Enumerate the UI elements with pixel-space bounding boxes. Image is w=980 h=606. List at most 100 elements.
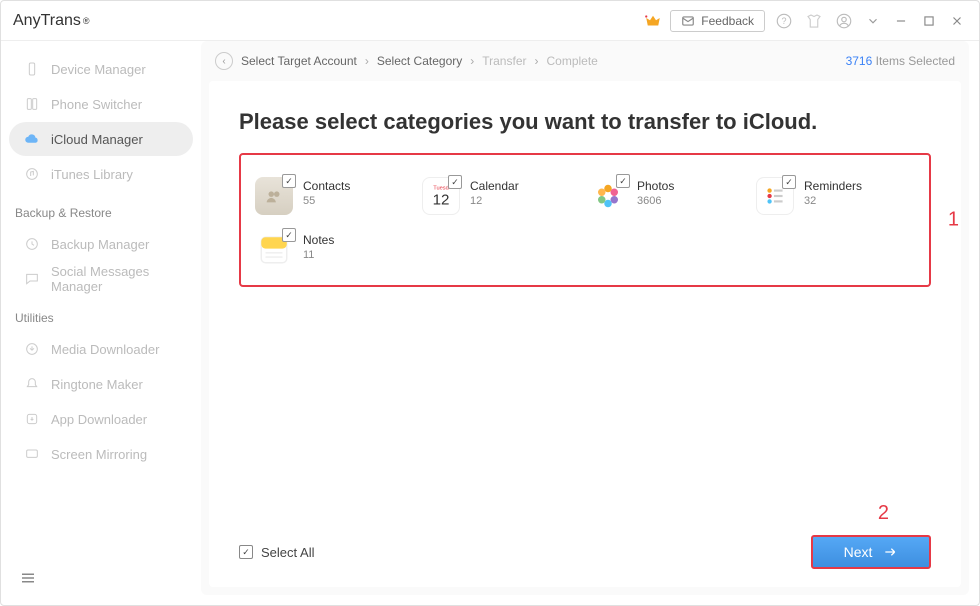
category-count: 32: [804, 195, 862, 207]
section-utilities: Utilities: [1, 297, 201, 331]
annotation-2: 2: [878, 502, 889, 525]
sidebar-item-label: App Downloader: [51, 412, 147, 427]
svg-text:12: 12: [433, 192, 450, 209]
annotation-1: 1: [948, 209, 959, 232]
close-icon[interactable]: [947, 11, 967, 31]
check-icon: ✓: [282, 174, 296, 188]
category-contacts[interactable]: ✓ Contacts 55: [251, 169, 418, 223]
sidebar-item-label: Phone Switcher: [51, 97, 142, 112]
sidebar-item-label: iCloud Manager: [51, 132, 143, 147]
sidebar-item-ringtone-maker[interactable]: Ringtone Maker: [9, 367, 193, 401]
breadcrumb-back-icon[interactable]: ‹: [215, 52, 233, 70]
select-all-label: Select All: [261, 545, 314, 560]
feedback-button[interactable]: Feedback: [670, 10, 765, 32]
crown-icon[interactable]: [644, 12, 662, 30]
registered-mark: ®: [83, 16, 90, 26]
sidebar-item-backup-manager[interactable]: Backup Manager: [9, 227, 193, 261]
breadcrumb: ‹ Select Target Account › Select Categor…: [215, 52, 598, 70]
screen-icon: [23, 445, 41, 463]
check-icon: ✓: [282, 228, 296, 242]
sidebar-item-screen-mirroring[interactable]: Screen Mirroring: [9, 437, 193, 471]
next-button[interactable]: Next: [811, 535, 931, 569]
category-label: Notes: [303, 233, 334, 249]
category-label: Photos: [637, 179, 674, 195]
sidebar-item-media-downloader[interactable]: Media Downloader: [9, 332, 193, 366]
brand: AnyTrans®: [13, 12, 90, 30]
hamburger-icon[interactable]: [17, 567, 39, 589]
check-icon: ✓: [782, 175, 796, 189]
breadcrumb-step-4: Complete: [546, 54, 597, 68]
download-icon: [23, 340, 41, 358]
calendar-icon: Tuesd12 ✓: [422, 177, 460, 215]
music-icon: [23, 165, 41, 183]
svg-text:Tuesd: Tuesd: [433, 185, 449, 191]
check-icon: ✓: [616, 174, 630, 188]
chevron-right-icon: ›: [365, 54, 369, 68]
svg-text:?: ?: [781, 16, 786, 26]
category-label: Calendar: [470, 179, 519, 195]
section-backup-restore: Backup & Restore: [1, 192, 201, 226]
chevron-right-icon: ›: [534, 54, 538, 68]
arrow-right-icon: [882, 544, 898, 560]
category-photos[interactable]: ✓ Photos 3606: [585, 169, 752, 223]
history-icon: [23, 235, 41, 253]
contacts-icon: ✓: [255, 177, 293, 215]
sidebar-item-icloud-manager[interactable]: iCloud Manager: [9, 122, 193, 156]
items-selected: 3716 Items Selected: [846, 54, 955, 68]
category-calendar[interactable]: Tuesd12 ✓ Calendar 12: [418, 169, 585, 223]
footer: ✓ Select All Next: [239, 535, 931, 569]
switch-icon: [23, 95, 41, 113]
chevron-down-icon[interactable]: [863, 11, 883, 31]
category-count: 12: [470, 195, 519, 207]
tshirt-icon[interactable]: [803, 10, 825, 32]
header-actions: Feedback ?: [644, 10, 967, 32]
sidebar-item-label: Backup Manager: [51, 237, 149, 252]
breadcrumb-row: ‹ Select Target Account › Select Categor…: [201, 41, 969, 81]
sidebar-item-device-manager[interactable]: Device Manager: [9, 52, 193, 86]
bell-icon: [23, 375, 41, 393]
items-selected-count: 3716: [846, 54, 873, 68]
content: Please select categories you want to tra…: [209, 81, 961, 587]
main-panel: ‹ Select Target Account › Select Categor…: [201, 41, 969, 595]
category-count: 55: [303, 195, 350, 207]
notes-icon: ✓: [255, 231, 293, 269]
device-icon: [23, 60, 41, 78]
category-label: Reminders: [804, 179, 862, 195]
breadcrumb-step-2[interactable]: Select Category: [377, 54, 462, 68]
sidebar-item-itunes-library[interactable]: iTunes Library: [9, 157, 193, 191]
minimize-icon[interactable]: [891, 11, 911, 31]
category-grid: ✓ Contacts 55 Tuesd12 ✓ Calendar 12: [239, 153, 931, 287]
sidebar-item-label: Social Messages Manager: [51, 264, 179, 294]
maximize-icon[interactable]: [919, 11, 939, 31]
sidebar-item-label: Screen Mirroring: [51, 447, 147, 462]
chat-icon: [23, 270, 41, 288]
category-reminders[interactable]: ✓ Reminders 32: [752, 169, 919, 223]
help-icon[interactable]: ?: [773, 10, 795, 32]
category-count: 3606: [637, 195, 674, 207]
sidebar-item-social-messages[interactable]: Social Messages Manager: [9, 262, 193, 296]
next-label: Next: [844, 544, 873, 560]
user-icon[interactable]: [833, 10, 855, 32]
sidebar-item-label: iTunes Library: [51, 167, 133, 182]
brand-label: AnyTrans: [13, 12, 81, 30]
check-icon: ✓: [239, 545, 253, 559]
category-count: 11: [303, 249, 334, 261]
sidebar-item-phone-switcher[interactable]: Phone Switcher: [9, 87, 193, 121]
photos-icon: ✓: [589, 177, 627, 215]
items-selected-label: Items Selected: [876, 54, 955, 68]
reminders-icon: ✓: [756, 177, 794, 215]
category-label: Contacts: [303, 179, 350, 195]
check-icon: ✓: [448, 175, 462, 189]
page-title: Please select categories you want to tra…: [239, 109, 931, 135]
sidebar-item-label: Device Manager: [51, 62, 146, 77]
sidebar-item-app-downloader[interactable]: App Downloader: [9, 402, 193, 436]
cloud-icon: [23, 130, 41, 148]
breadcrumb-step-1[interactable]: Select Target Account: [241, 54, 357, 68]
app-download-icon: [23, 410, 41, 428]
breadcrumb-step-3: Transfer: [482, 54, 526, 68]
sidebar: Device Manager Phone Switcher iCloud Man…: [1, 41, 201, 605]
select-all-checkbox[interactable]: ✓ Select All: [239, 545, 314, 560]
feedback-label: Feedback: [701, 14, 754, 28]
category-notes[interactable]: ✓ Notes 11: [251, 223, 418, 277]
sidebar-item-label: Media Downloader: [51, 342, 159, 357]
